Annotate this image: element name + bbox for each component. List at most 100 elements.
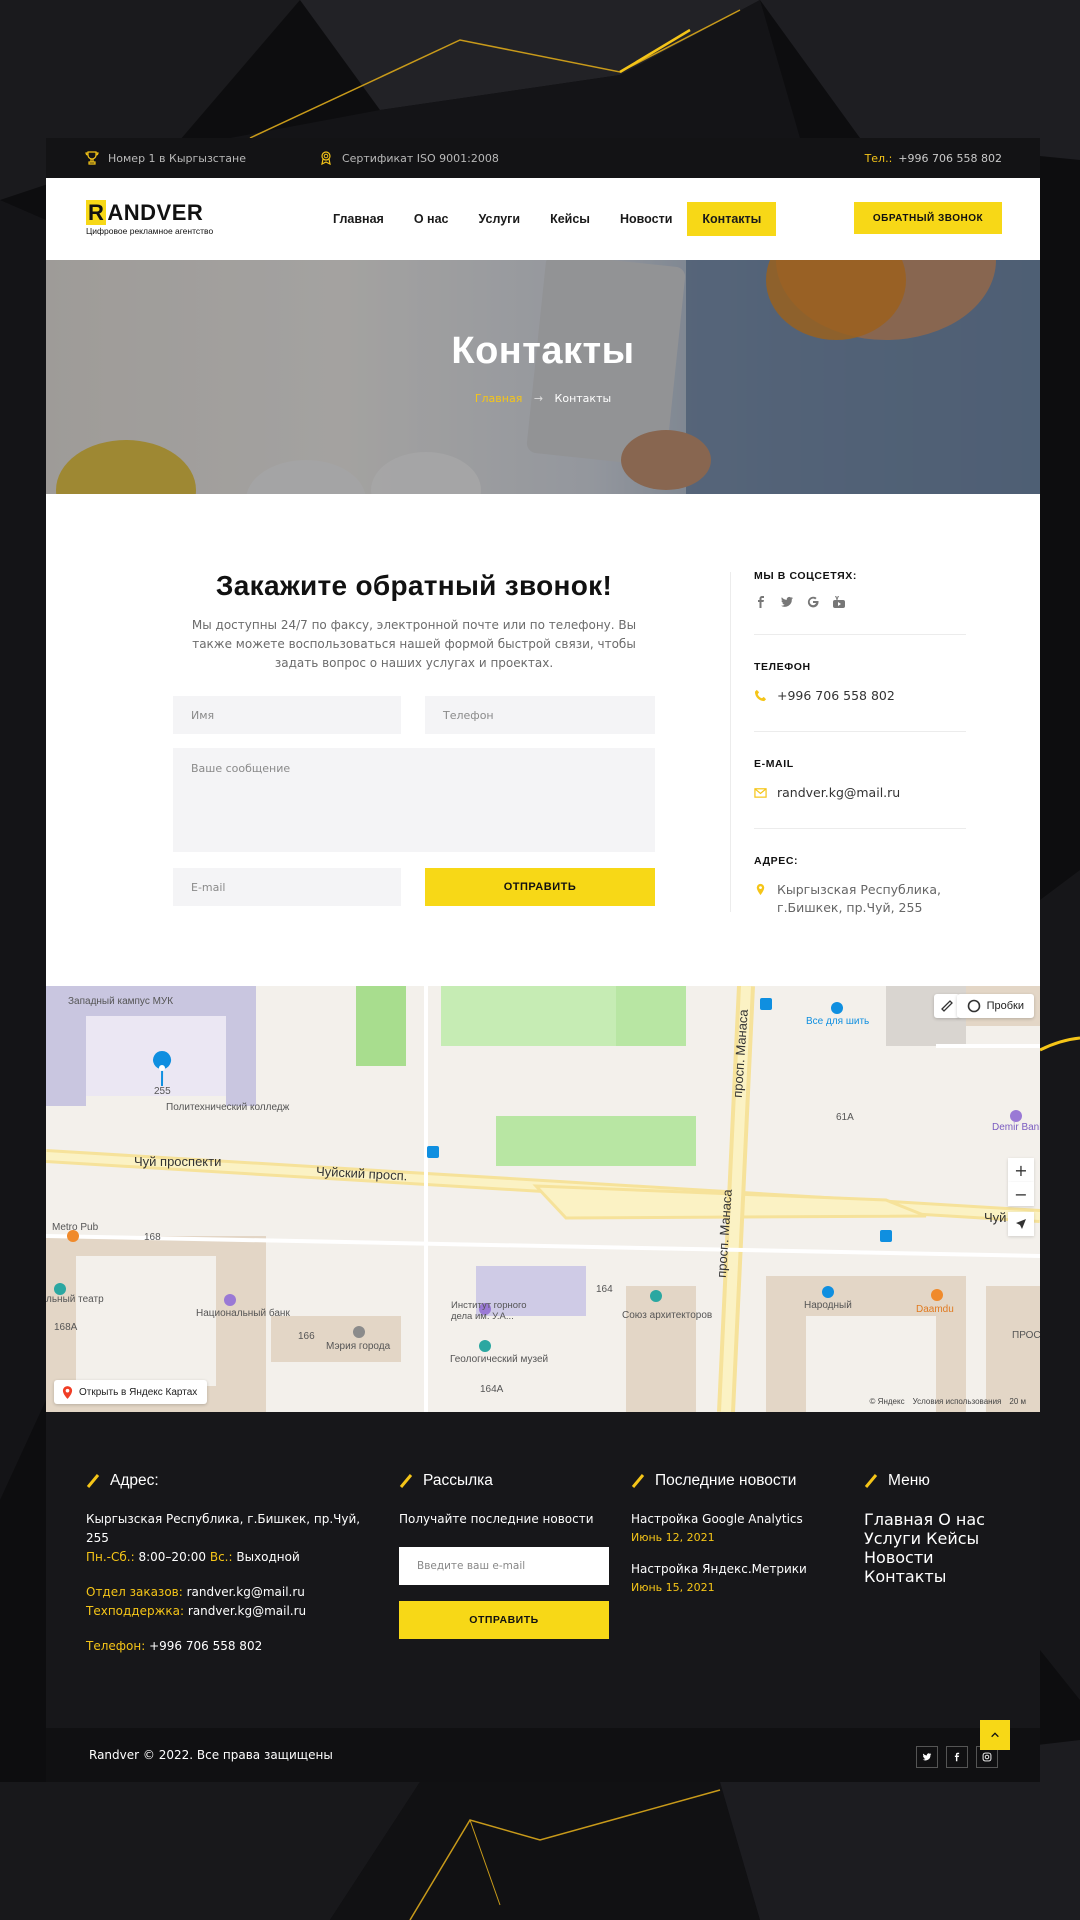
map-label-campus: Западный кампус МУК xyxy=(68,996,174,1007)
bottom-bar: Randver © 2022. Все права защищены xyxy=(46,1728,1040,1782)
map-canvas[interactable] xyxy=(46,986,1040,1412)
traffic-button[interactable]: Пробки xyxy=(956,994,1034,1018)
form-description: Мы доступны 24/7 по факсу, электронной п… xyxy=(191,618,637,670)
footer-menu-col: Меню Главная О нас Услуги Кейсы Новости … xyxy=(864,1472,1004,1586)
breadcrumb: Главная → Контакты xyxy=(46,392,1040,405)
callback-button[interactable]: ОБРАТНЫЙ ЗВОНОК xyxy=(854,202,1002,234)
email-field[interactable]: E-mail xyxy=(173,868,401,906)
map-label-metro-pub: Metro Pub xyxy=(52,1222,99,1233)
logo-r: R xyxy=(86,200,107,225)
footer-menu-news[interactable]: Новости xyxy=(864,1548,934,1567)
slash-icon xyxy=(631,1474,645,1488)
map-pin-icon xyxy=(62,1385,73,1399)
email-text: randver.kg@mail.ru xyxy=(777,785,901,800)
news-item-date: Июнь 15, 2021 xyxy=(631,1581,715,1594)
zoom-out-button[interactable]: − xyxy=(1008,1182,1034,1206)
facebook-icon[interactable] xyxy=(754,594,768,608)
support-email[interactable]: randver.kg@mail.ru xyxy=(188,1604,306,1618)
map-label-demir: Demir Bank xyxy=(992,1122,1040,1133)
main-nav: Главная О нас Услуги Кейсы Новости Конта… xyxy=(318,202,777,236)
footer-menu-home[interactable]: Главная xyxy=(864,1510,933,1529)
menu-title: Меню xyxy=(888,1472,930,1489)
footer: Адрес: Кыргызская Республика, г.Бишкек, … xyxy=(46,1412,1040,1732)
footer-news-col: Последние новости Настройка Google Analy… xyxy=(631,1472,851,1594)
divider xyxy=(730,572,731,912)
contact-info: МЫ В СОЦСЕТЯХ: ТЕЛЕФОН +996 706 558 802 … xyxy=(754,570,974,917)
open-yandex-label: Открыть в Яндекс Картах xyxy=(79,1386,198,1398)
orders-email[interactable]: randver.kg@mail.ru xyxy=(187,1585,305,1599)
youtube-icon[interactable] xyxy=(832,594,846,608)
open-yandex-maps-link[interactable]: Открыть в Яндекс Картах xyxy=(54,1380,208,1404)
message-field[interactable]: Ваше сообщение xyxy=(173,748,655,852)
footer-menu-about[interactable]: О нас xyxy=(938,1510,985,1529)
ruler-icon xyxy=(941,1000,953,1012)
news-item-title[interactable]: Настройка Google Analytics xyxy=(631,1510,851,1529)
submit-button[interactable]: ОТПРАВИТЬ xyxy=(425,868,655,906)
map-label-theatre: льный театр xyxy=(46,1294,104,1305)
google-icon[interactable] xyxy=(806,594,820,608)
page-title: Контакты xyxy=(451,330,635,372)
scroll-to-top-button[interactable] xyxy=(980,1720,1010,1750)
name-field[interactable]: Имя xyxy=(173,696,401,734)
address-line1: Кыргызская Республика, xyxy=(777,882,942,897)
footer-menu-services[interactable]: Услуги xyxy=(864,1529,921,1548)
footer-phone[interactable]: +996 706 558 802 xyxy=(149,1639,262,1653)
header: R ANDVER Цифровое рекламное агентство Гла… xyxy=(46,178,1040,260)
cert-text: Сертификат ISO 9001:2008 xyxy=(341,151,499,165)
newsletter-email-input[interactable]: Введите ваш e-mail xyxy=(399,1547,609,1585)
award-icon xyxy=(321,151,331,166)
twitter-icon[interactable] xyxy=(916,1746,938,1768)
footer-menu-contacts[interactable]: Контакты xyxy=(864,1567,946,1586)
form-title: Закажите обратный звонок! xyxy=(215,570,613,601)
map-label-institute: Институт горного дела им. У.А... xyxy=(451,1300,527,1322)
footer-menu-cases[interactable]: Кейсы xyxy=(926,1529,979,1548)
trophy-icon xyxy=(85,151,99,165)
nav-news[interactable]: Новости xyxy=(605,202,687,236)
map-label-166: 166 xyxy=(298,1331,315,1342)
geolocation-button[interactable] xyxy=(1008,1212,1034,1236)
map-label-arch-union: Союз архитекторов xyxy=(622,1310,713,1321)
map-label-museum: Геологический музей xyxy=(450,1354,549,1365)
phone-row[interactable]: +996 706 558 802 xyxy=(754,687,974,705)
slash-icon xyxy=(399,1474,413,1488)
newsletter-submit-button[interactable]: ОТПРАВИТЬ xyxy=(399,1601,609,1639)
slash-icon xyxy=(864,1474,878,1488)
map-label-college: Политехнический колледж xyxy=(166,1102,290,1113)
map-label-chuy-1: Чуй проспекти xyxy=(134,1154,222,1169)
phone-field[interactable]: Телефон xyxy=(425,696,655,734)
cert-item: Сертификат ISO 9001:2008 xyxy=(318,150,499,166)
nav-about[interactable]: О нас xyxy=(399,202,464,236)
map-scale: 20 м xyxy=(1009,1397,1026,1406)
copyright: Randver © 2022. Все права защищены xyxy=(89,1748,333,1762)
footer-address-title: Адрес: xyxy=(110,1472,159,1489)
twitter-icon[interactable] xyxy=(780,594,794,608)
map-widget[interactable]: Западный кампус МУК 255 Политехнический … xyxy=(46,986,1040,1412)
nav-contacts[interactable]: Контакты xyxy=(687,202,777,236)
logo[interactable]: R ANDVER Цифровое рекламное агентство xyxy=(86,200,213,236)
email-row[interactable]: randver.kg@mail.ru xyxy=(754,784,974,802)
news-item-title[interactable]: Настройка Яндекс.Метрики xyxy=(631,1560,851,1579)
phone-text: +996 706 558 802 xyxy=(777,688,895,703)
nav-home[interactable]: Главная xyxy=(318,202,399,236)
hero-banner: Контакты Главная → Контакты xyxy=(46,260,1040,494)
nav-services[interactable]: Услуги xyxy=(464,202,536,236)
newsletter-text: Получайте последние новости xyxy=(399,1512,594,1526)
social-title: МЫ В СОЦСЕТЯХ: xyxy=(754,570,857,582)
breadcrumb-home[interactable]: Главная xyxy=(475,392,523,405)
topbar-phone[interactable]: Тел.: +996 706 558 802 xyxy=(865,138,1002,178)
phone-title: ТЕЛЕФОН xyxy=(754,661,811,673)
map-label-168: 168 xyxy=(144,1232,161,1243)
map-label-168a: 168А xyxy=(54,1322,78,1333)
traffic-label: Пробки xyxy=(986,1000,1024,1012)
hours-label-sunday: Вс.: xyxy=(209,1550,233,1564)
map-copyright: © Яндекс Условия использования 20 м xyxy=(870,1397,1026,1406)
breadcrumb-separator: → xyxy=(533,392,544,405)
news-title: Последние новости xyxy=(655,1472,797,1489)
facebook-icon[interactable] xyxy=(946,1746,968,1768)
map-label-narodny: Народный xyxy=(804,1300,852,1311)
logo-text: ANDVER xyxy=(107,200,204,225)
terms-link[interactable]: Условия использования xyxy=(913,1397,1002,1406)
zoom-in-button[interactable]: + xyxy=(1008,1158,1034,1182)
address-line2: г.Бишкек, пр.Чуй, 255 xyxy=(777,900,923,915)
nav-cases[interactable]: Кейсы xyxy=(535,202,605,236)
